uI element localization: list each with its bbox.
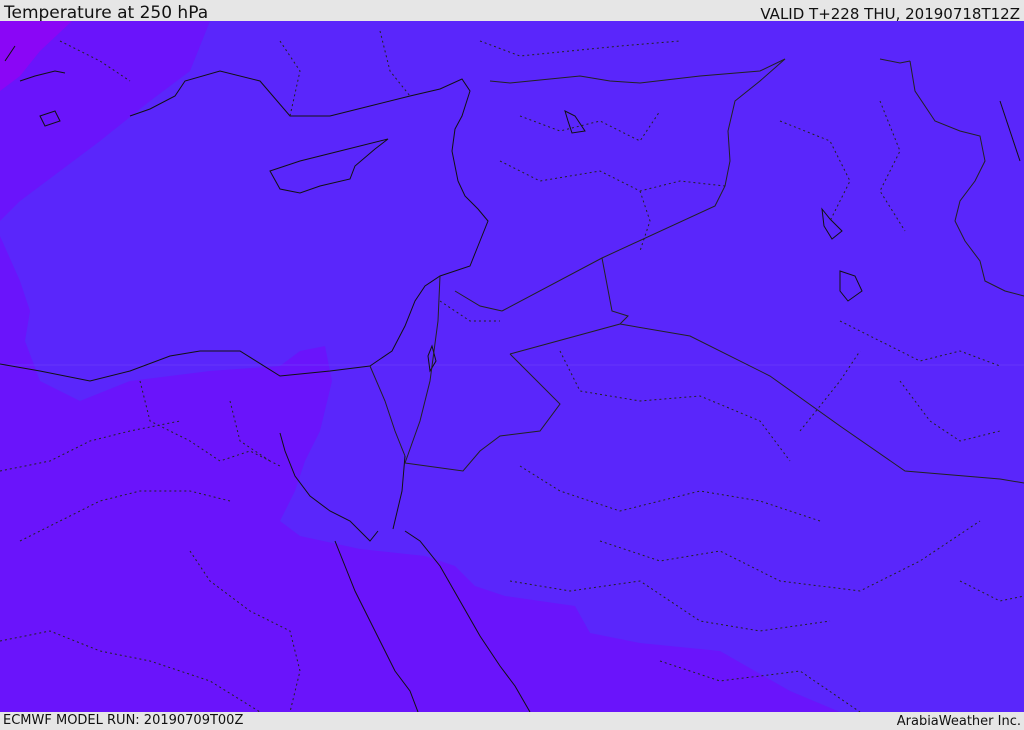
footer-bar: ECMWF MODEL RUN: 20190709T00Z ArabiaWeat… [0, 712, 1024, 729]
map-area [0, 21, 1024, 712]
credit-label: ArabiaWeather Inc. [896, 714, 1021, 729]
map-title: Temperature at 250 hPa [4, 3, 209, 23]
model-run-label: ECMWF MODEL RUN: 20190709T00Z [3, 713, 244, 728]
temperature-map [0, 21, 1024, 712]
header-bar: Temperature at 250 hPa VALID T+228 THU, … [0, 0, 1024, 23]
